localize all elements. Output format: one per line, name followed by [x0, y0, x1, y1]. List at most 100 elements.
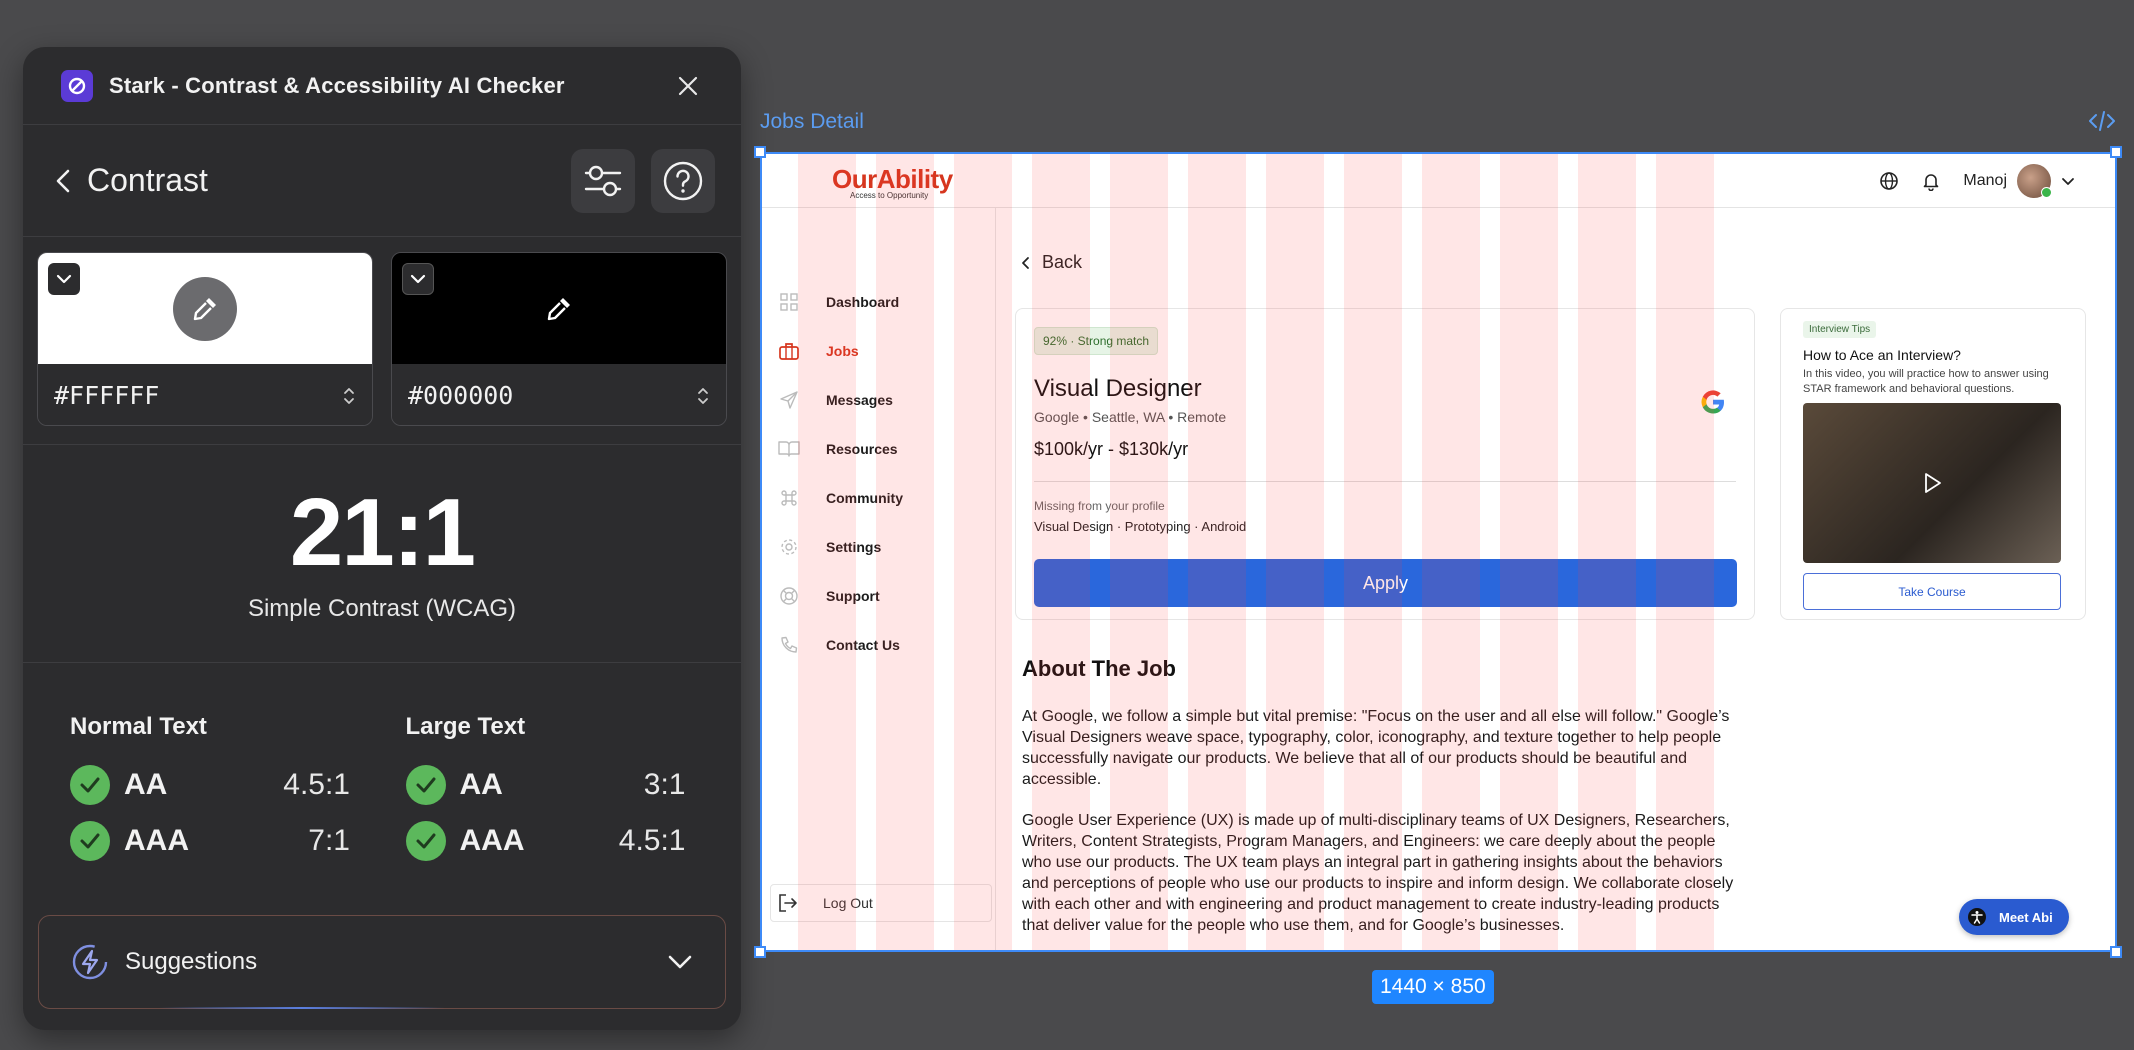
sidebar-item-resources[interactable]: Resources [776, 435, 898, 463]
sidebar-item-contact-us[interactable]: Contact Us [776, 631, 900, 659]
sidebar-item-community[interactable]: Community [776, 484, 903, 512]
play-icon [1925, 473, 1941, 493]
pass-check-icon [70, 765, 110, 805]
background-dropdown-button[interactable] [402, 263, 434, 295]
sidebar-item-support[interactable]: Support [776, 582, 880, 610]
contrast-ratio-label: Simple Contrast (WCAG) [247, 594, 517, 622]
result-threshold: 7:1 [308, 824, 350, 857]
gear-icon [776, 537, 802, 557]
result-row: AA 3:1 [405, 757, 742, 813]
back-link[interactable]: Back [1020, 252, 1082, 273]
result-level: AAA [459, 824, 525, 857]
resize-handle[interactable] [754, 946, 766, 958]
accessibility-icon [1968, 908, 1986, 926]
sidebar-item-label: Settings [826, 539, 882, 555]
sidebar-item-label: Resources [826, 441, 898, 457]
background-eyedropper-button[interactable] [527, 276, 591, 341]
wcag-results: Normal Text AA 4.5:1 AAA 7:1 Large Text … [23, 663, 741, 903]
globe-icon[interactable] [1879, 171, 1899, 191]
result-threshold: 3:1 [643, 768, 686, 801]
background-color-preview [392, 253, 726, 364]
help-button[interactable] [651, 148, 715, 213]
large-text-title: Large Text [405, 713, 526, 740]
tip-video-thumbnail[interactable] [1803, 403, 2061, 563]
sidebar: Dashboard Jobs Messages Resources Commun… [762, 208, 996, 950]
take-course-button[interactable]: Take Course [1803, 573, 2061, 610]
resize-handle[interactable] [2110, 946, 2122, 958]
result-threshold: 4.5:1 [618, 824, 686, 857]
normal-text-title: Normal Text [70, 713, 207, 740]
eyedropper-icon [547, 297, 570, 320]
send-icon [776, 390, 802, 410]
suggestions-accordion[interactable]: Suggestions [38, 915, 726, 1009]
avatar [2017, 164, 2052, 198]
grid-icon [776, 292, 802, 312]
tip-title: How to Ace an Interview? [1803, 347, 1961, 363]
brand-logo[interactable]: OurAbility Access to Opportunity [832, 164, 953, 200]
foreground-hex-input[interactable] [54, 381, 294, 410]
sidebar-item-label: Messages [826, 392, 893, 408]
pass-check-icon [70, 821, 110, 861]
google-logo-icon [1698, 387, 1728, 422]
chevron-down-icon [668, 955, 692, 969]
result-level: AA [124, 768, 168, 801]
back-button[interactable]: Contrast [53, 162, 555, 199]
sidebar-item-dashboard[interactable]: Dashboard [776, 288, 899, 316]
background-hex-input[interactable] [408, 381, 648, 410]
pass-check-icon [405, 821, 446, 861]
foreground-hex-row [38, 364, 372, 425]
jobs-detail-frame[interactable]: OurAbility Access to Opportunity Manoj D… [760, 152, 2117, 952]
large-text-results: Large Text AA 3:1 AAA 4.5:1 [405, 713, 742, 903]
apply-button[interactable]: Apply [1034, 559, 1737, 607]
resize-handle[interactable] [754, 146, 766, 158]
foreground-eyedropper-button[interactable] [173, 276, 237, 341]
meet-abi-button[interactable]: Meet Abi [1959, 899, 2069, 935]
lightning-icon [72, 944, 108, 980]
settings-sliders-button[interactable] [571, 148, 635, 213]
briefcase-icon [776, 341, 802, 361]
chevron-down-icon [56, 274, 72, 284]
close-icon[interactable] [673, 71, 703, 101]
sidebar-item-label: Support [826, 588, 880, 604]
suggestions-label: Suggestions [125, 948, 258, 975]
plugin-nav: Contrast [23, 125, 741, 237]
job-title: Visual Designer [1034, 375, 1202, 402]
logout-button[interactable]: Log Out [770, 884, 992, 922]
contrast-ratio-value: 21:1 [289, 478, 476, 586]
foreground-dropdown-button[interactable] [48, 263, 80, 295]
logout-icon [779, 894, 797, 912]
chevron-left-icon [1022, 256, 1029, 269]
bell-icon[interactable] [1921, 171, 1941, 191]
sidebar-item-label: Community [826, 490, 903, 506]
match-badge: 92% · Strong match [1034, 327, 1159, 355]
job-meta: Google • Seattle, WA • Remote [1034, 409, 1227, 425]
about-title: About The Job [1022, 656, 1176, 681]
divider [1034, 481, 1736, 482]
interview-tip-card: Interview Tips How to Ace an Interview? … [1780, 308, 2086, 620]
sidebar-item-settings[interactable]: Settings [776, 533, 881, 561]
background-hex-row [392, 364, 726, 425]
logout-label: Log Out [823, 895, 873, 911]
sidebar-item-label: Dashboard [826, 294, 900, 310]
frame-name-label[interactable]: Jobs Detail [760, 110, 864, 134]
phone-icon [776, 635, 802, 655]
contrast-ratio-block: 21:1 Simple Contrast (WCAG) [23, 445, 741, 663]
color-swatches [23, 237, 741, 445]
resize-handle[interactable] [2110, 146, 2122, 158]
sidebar-item-jobs[interactable]: Jobs [776, 337, 859, 365]
nav-title: Contrast [87, 162, 208, 198]
foreground-color-preview [38, 253, 372, 364]
user-menu[interactable]: Manoj [1963, 164, 2075, 198]
missing-label: Missing from your profile [1034, 499, 1165, 513]
header-actions: Manoj [1879, 164, 2075, 198]
about-paragraph-1: At Google, we follow a simple but vital … [1022, 708, 1730, 788]
job-salary: $100k/yr - $130k/yr [1034, 439, 1189, 459]
sidebar-item-messages[interactable]: Messages [776, 386, 893, 414]
about-paragraph-2: Google User Experience (UX) is made up o… [1022, 812, 1734, 934]
user-name: Manoj [1963, 172, 2007, 189]
result-row: AAA 7:1 [70, 813, 406, 869]
stepper-icon[interactable] [696, 385, 710, 407]
code-icon[interactable] [2088, 110, 2116, 137]
stepper-icon[interactable] [342, 385, 356, 407]
tip-badge: Interview Tips [1803, 321, 1877, 338]
